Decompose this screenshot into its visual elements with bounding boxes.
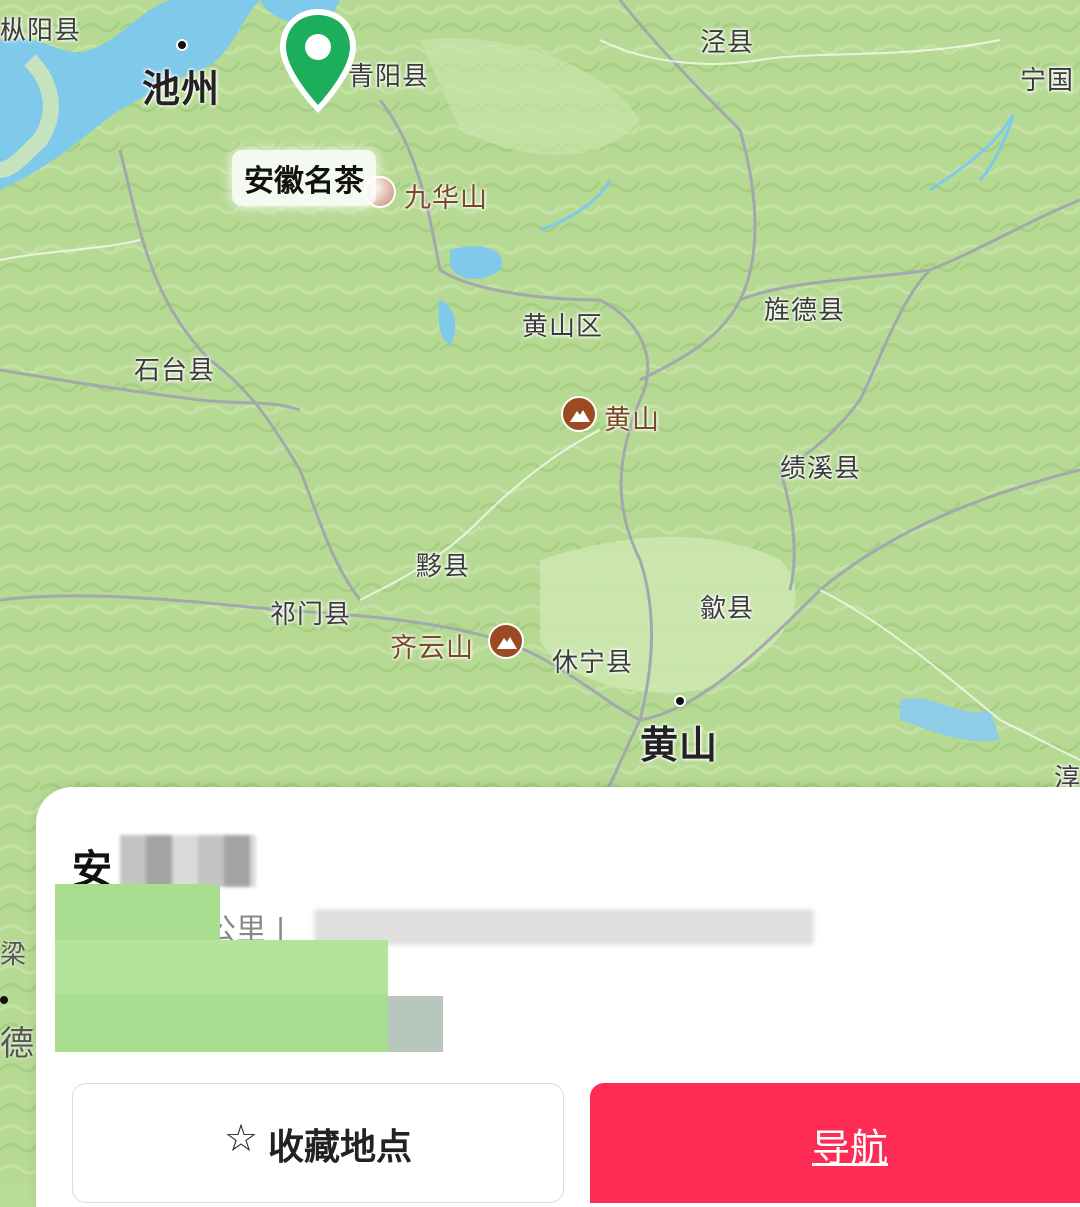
- selected-location-pin-icon[interactable]: [276, 5, 360, 117]
- map-label-huangshan-scenic[interactable]: 黄山: [604, 398, 660, 437]
- city-dot-huangshan: [674, 695, 686, 707]
- redaction-block-3: [55, 994, 388, 1052]
- title-redaction-mosaic: [120, 835, 256, 887]
- map-label-chizhou[interactable]: 池州: [142, 58, 220, 113]
- redaction-block-4: [388, 996, 443, 1052]
- favorite-place-button[interactable]: ☆ 收藏地点: [72, 1083, 564, 1203]
- map-label-yixian: 黟县: [416, 552, 471, 582]
- map-label-shitaixian: 石台县: [134, 356, 216, 386]
- redaction-block-1: [55, 884, 220, 942]
- map-label-ningguo: 宁国: [1020, 66, 1075, 96]
- map-label-de: 德: [0, 1024, 34, 1064]
- qiyunshan-scenic-mountain-icon[interactable]: [488, 623, 524, 659]
- map-label-jingxian: 泾县: [700, 28, 755, 58]
- map-label-zongyang: 枞阳县: [0, 16, 82, 46]
- map-label-huangshan-city[interactable]: 黄山: [640, 714, 718, 769]
- navigate-button-label: 导航: [811, 1126, 888, 1170]
- map-label-xiuningxian: 休宁县: [552, 648, 634, 678]
- address-redaction-blur: [314, 909, 814, 945]
- map-label-jingdexian: 旌德县: [764, 296, 846, 326]
- redaction-block-2: [55, 940, 388, 996]
- city-dot-chizhou: [176, 39, 188, 51]
- map-label-liang: 梁: [0, 940, 27, 970]
- favorite-button-label: 收藏地点: [268, 1127, 413, 1168]
- huangshan-scenic-mountain-icon[interactable]: [561, 396, 597, 432]
- city-dot-left: [0, 996, 8, 1004]
- map-label-jiuhuashan[interactable]: 九华山: [404, 176, 488, 215]
- map-label-qimenxian: 祁门县: [270, 600, 352, 630]
- navigate-button[interactable]: 导航: [590, 1083, 1080, 1203]
- map-label-qingyang: 青阳县: [348, 62, 430, 92]
- place-detail-sheet: 安 公里 | ☆ 收藏地点 导航: [36, 787, 1080, 1207]
- map-label-qiyunshan[interactable]: 齐云山: [390, 626, 474, 665]
- star-outline-icon: ☆: [223, 1116, 259, 1160]
- map-label-jixixian: 绩溪县: [780, 454, 862, 484]
- map-label-huangshanqu: 黄山区: [522, 312, 604, 342]
- selected-poi-label[interactable]: 安徽名茶: [232, 150, 376, 206]
- map-label-shexian: 歙县: [700, 594, 755, 624]
